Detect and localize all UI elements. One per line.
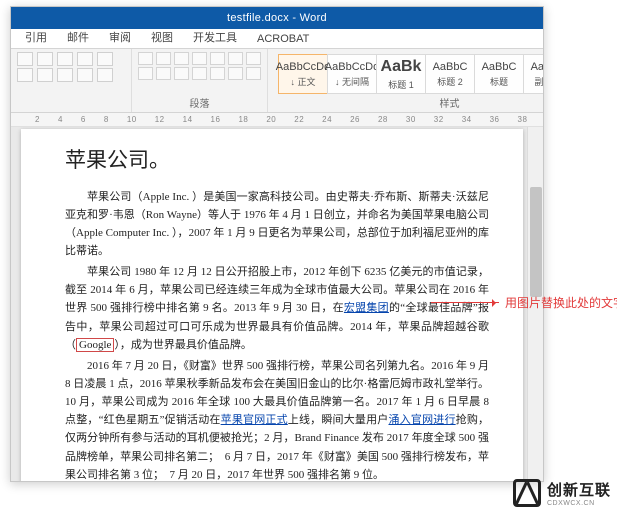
group-label-font: [17, 99, 125, 112]
google-highlight-box[interactable]: Google: [76, 338, 114, 352]
borders-icon[interactable]: [246, 67, 261, 80]
paragraph-controls: [138, 52, 261, 80]
style-normal[interactable]: AaBbCcDd ↓ 正文: [278, 54, 328, 94]
sort-icon[interactable]: [228, 52, 243, 65]
styles-gallery: AaBbCcDd ↓ 正文 AaBbCcDd ↓ 无间隔 AaBk 标题 1 A…: [274, 52, 544, 94]
style-heading2[interactable]: AaBbC 标题 2: [425, 54, 475, 94]
style-heading1[interactable]: AaBk 标题 1: [376, 54, 426, 94]
align-right-icon[interactable]: [174, 67, 189, 80]
highlight-icon[interactable]: [57, 68, 73, 82]
bullets-icon[interactable]: [138, 52, 153, 65]
font-controls: [17, 52, 125, 82]
align-center-icon[interactable]: [156, 67, 171, 80]
line-spacing-icon[interactable]: [210, 67, 225, 80]
indent-inc-icon[interactable]: [210, 52, 225, 65]
tab-review[interactable]: 审阅: [99, 26, 141, 48]
horizontal-ruler[interactable]: 2 4 6 8 10 12 14 16 18 20 22 24 26 28 30…: [11, 113, 543, 127]
watermark-logo: 创新互联 CDXWCX.CN: [513, 479, 611, 507]
align-justify-icon[interactable]: [192, 67, 207, 80]
underline-icon[interactable]: [97, 52, 113, 66]
logo-text: 创新互联 CDXWCX.CN: [547, 479, 611, 507]
paragraph-3[interactable]: 2016 年 7 月 20 日，《财富》世界 500 强排行榜，苹果公司名列第九…: [65, 357, 489, 481]
doc-title[interactable]: 苹果公司。: [65, 143, 489, 178]
shading-icon[interactable]: [228, 67, 243, 80]
numbering-icon[interactable]: [156, 52, 171, 65]
phonetic-icon[interactable]: [97, 68, 113, 82]
style-title[interactable]: AaBbC 标题: [474, 54, 524, 94]
tab-mailings[interactable]: 邮件: [57, 26, 99, 48]
ribbon-group-clipboard: [11, 49, 132, 112]
strike-icon[interactable]: [17, 68, 33, 82]
style-nospacing[interactable]: AaBbCcDd ↓ 无间隔: [327, 54, 377, 94]
tab-acrobat[interactable]: ACROBAT: [247, 30, 319, 48]
scrollbar-thumb[interactable]: [530, 187, 542, 297]
tab-references[interactable]: 引用: [15, 26, 57, 48]
style-subtitle[interactable]: AaBbC 副标题: [523, 54, 544, 94]
vertical-scrollbar[interactable]: [527, 127, 543, 481]
clear-format-icon[interactable]: [77, 68, 93, 82]
ribbon-group-paragraph: 段落: [132, 49, 268, 112]
font-color-icon[interactable]: [37, 68, 53, 82]
tab-view[interactable]: 视图: [141, 26, 183, 48]
align-left-icon[interactable]: [138, 67, 153, 80]
italic-icon[interactable]: [77, 52, 93, 66]
logo-mark-icon: [513, 479, 541, 507]
word-window: testfile.docx - Word 引用 邮件 审阅 视图 开发工具 AC…: [10, 6, 544, 482]
paragraph-1[interactable]: 苹果公司（Apple Inc. ）是美国一家高科技公司。由史蒂夫·乔布斯、斯蒂夫…: [65, 188, 489, 261]
ribbon-tab-strip: 引用 邮件 审阅 视图 开发工具 ACROBAT: [11, 29, 543, 49]
link-hongmeng[interactable]: 宏盟集团: [344, 302, 389, 314]
paragraph-2[interactable]: 苹果公司 1980 年 12 月 12 日公开招股上市，2012 年创下 623…: [65, 263, 489, 354]
document-area[interactable]: 苹果公司。 苹果公司（Apple Inc. ）是美国一家高科技公司。由史蒂夫·乔…: [11, 127, 543, 481]
indent-dec-icon[interactable]: [192, 52, 207, 65]
font-drop-icon[interactable]: [17, 52, 33, 66]
group-label-styles: 样式: [274, 95, 544, 112]
window-title: testfile.docx - Word: [227, 12, 327, 24]
bold-icon[interactable]: [57, 52, 73, 66]
ribbon-group-styles: AaBbCcDd ↓ 正文 AaBbCcDd ↓ 无间隔 AaBk 标题 1 A…: [268, 49, 544, 112]
font-size-icon[interactable]: [37, 52, 53, 66]
link-enter-site[interactable]: 涌入官网进行: [389, 414, 456, 426]
group-label-paragraph: 段落: [138, 95, 261, 112]
tab-developer[interactable]: 开发工具: [183, 26, 247, 48]
multilevel-icon[interactable]: [174, 52, 189, 65]
showmarks-icon[interactable]: [246, 52, 261, 65]
page[interactable]: 苹果公司。 苹果公司（Apple Inc. ）是美国一家高科技公司。由史蒂夫·乔…: [21, 129, 523, 481]
link-apple-official[interactable]: 苹果官网正式: [221, 414, 288, 426]
ribbon: 段落 AaBbCcDd ↓ 正文 AaBbCcDd ↓ 无间隔 AaBk 标题 …: [11, 49, 543, 113]
